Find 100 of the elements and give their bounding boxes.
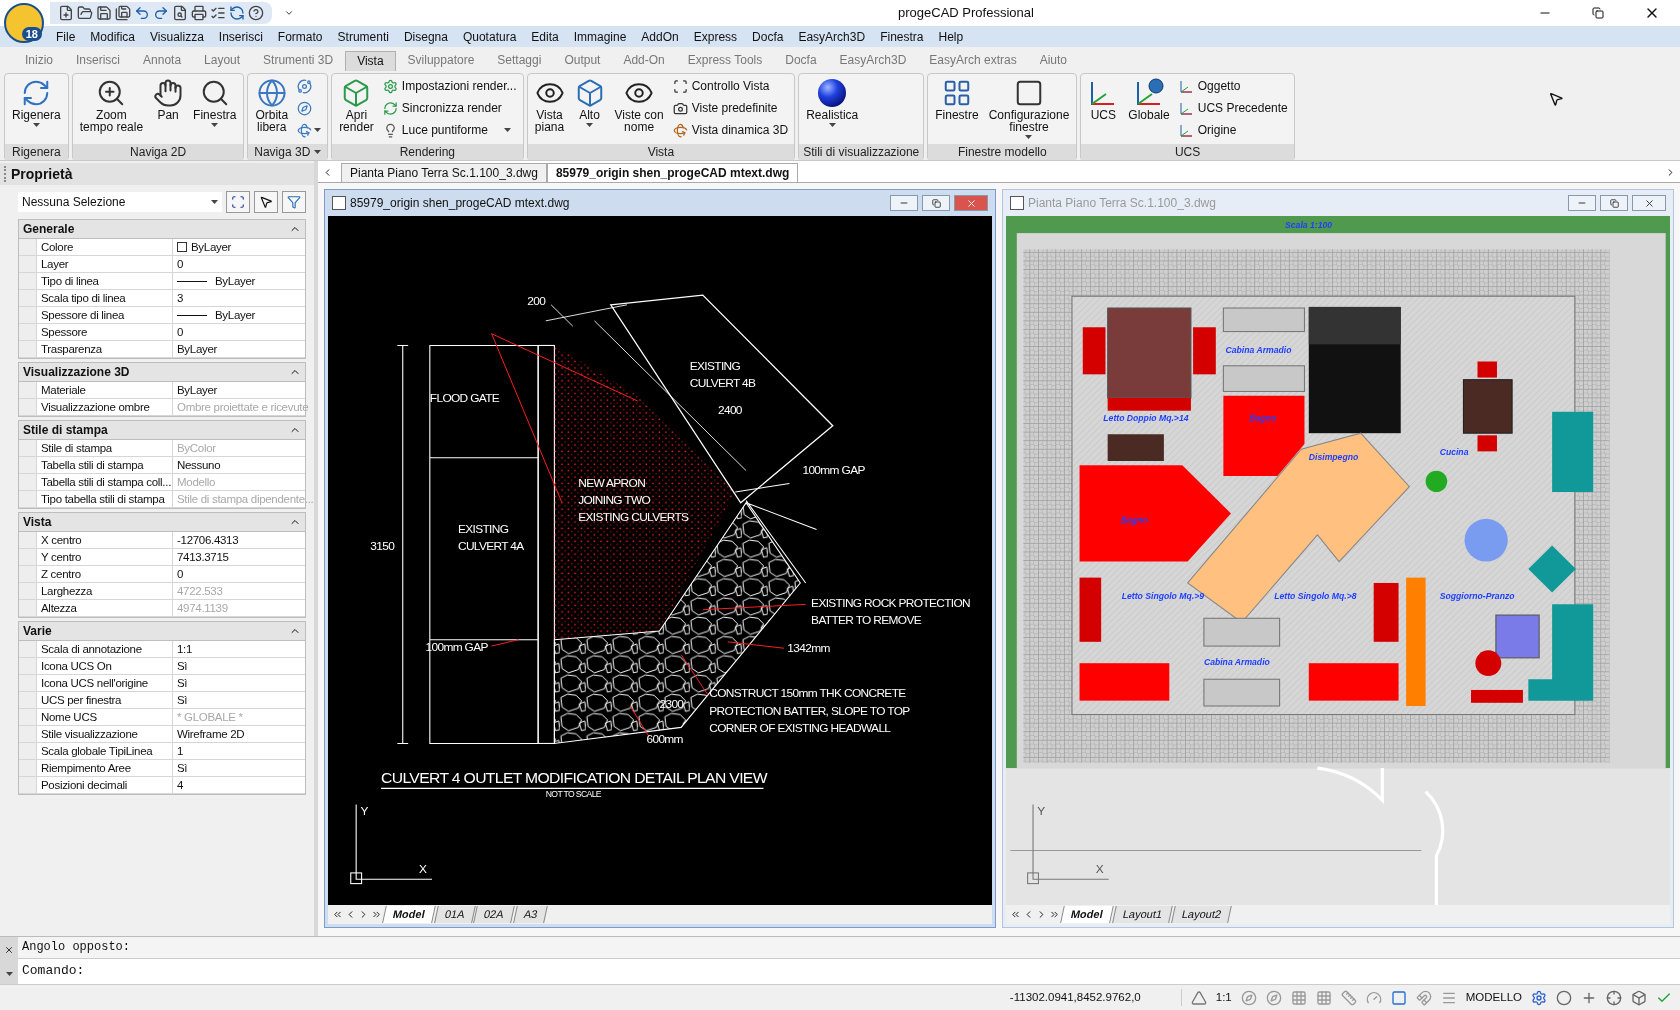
menu-item[interactable]: Formato [277, 27, 323, 46]
ribbon-tab[interactable]: Output [553, 51, 612, 71]
ribbon-small-button[interactable]: Oggetto [1176, 76, 1290, 96]
ribbon-tab[interactable]: Add-On [612, 51, 676, 71]
restore-icon[interactable] [1592, 7, 1604, 19]
sheet-tab[interactable]: Model [382, 906, 436, 923]
property-value[interactable]: 4 [173, 777, 305, 793]
file-search-icon[interactable] [172, 5, 188, 21]
triangle-icon[interactable] [1190, 989, 1207, 1006]
ribbon-small-button[interactable]: Sincronizza render [380, 98, 519, 118]
sheet-tab[interactable]: 02A [473, 906, 515, 923]
grid-icon[interactable] [1290, 989, 1307, 1006]
ribbon-large-button[interactable]: Globale [1125, 76, 1173, 121]
printer-icon[interactable] [191, 5, 207, 21]
menu-item[interactable]: Strumenti [337, 27, 389, 46]
ribbon-large-button[interactable]: Vista piana [531, 76, 568, 133]
property-value[interactable]: ByLayer [173, 307, 305, 323]
property-value[interactable]: ByLayer [173, 239, 305, 255]
ribbon-large-button[interactable]: Alto [571, 76, 608, 127]
property-value[interactable]: Sì [173, 692, 305, 708]
sheet-tab[interactable]: Layout1 [1112, 906, 1173, 923]
menu-item[interactable]: File [56, 27, 76, 46]
minimize-button[interactable] [890, 195, 918, 211]
first-tab-icon[interactable] [332, 909, 343, 920]
model-space-toggle[interactable]: MODELLO [1465, 988, 1522, 1007]
document-tab[interactable]: Pianta Piano Terra Sc.1.100_3.dwg [341, 163, 547, 182]
property-value[interactable]: Sì [173, 658, 305, 674]
property-value[interactable]: Wireframe 2D [173, 726, 305, 742]
menu-item[interactable]: Visualizza [150, 27, 204, 46]
last-tab-icon[interactable] [371, 909, 382, 920]
menu-item[interactable]: Disegna [403, 27, 448, 46]
circle-icon[interactable] [1556, 989, 1572, 1006]
compass-icon[interactable] [1240, 989, 1257, 1006]
property-value[interactable]: 1:1 [173, 641, 305, 657]
ribbon-tab[interactable]: Docfa [774, 51, 828, 71]
ribbon-small-button[interactable]: Vista dinamica 3D [670, 120, 791, 140]
drawing-canvas[interactable]: Scala 1:100 Cabina Armadio Letto Doppio Mq.>14 Bagno Disimpegno Cucina Bagno Letto Singolo Mq.>9 Letto Singolo Mq.>8 Soggiorno-Pranzo Cabina Armadio Y X [1006, 216, 1670, 905]
quick-select-button[interactable] [254, 191, 278, 213]
ribbon-large-button[interactable]: Configurazione finestre [985, 76, 1073, 139]
ribbon-large-button[interactable]: Viste con nome [611, 76, 667, 133]
ribbon-tab[interactable]: Express Tools [676, 51, 774, 71]
selection-dropdown[interactable]: Nessuna Selezione [18, 192, 222, 212]
property-value[interactable]: ByLayer [173, 382, 305, 398]
ribbon-small-button[interactable]: Luce puntiforme [380, 120, 519, 140]
compass-icon[interactable] [1265, 989, 1282, 1006]
open-folder-icon[interactable] [77, 5, 93, 21]
select-objects-button[interactable] [226, 191, 250, 213]
ribbon-tab[interactable]: EasyArch extras [918, 51, 1028, 71]
property-value[interactable]: Nessuno [173, 457, 305, 473]
ribbon-small-button[interactable]: Impostazioni render... [380, 76, 519, 96]
sheet-tab[interactable]: 01A [434, 906, 476, 923]
restore-button[interactable] [1600, 195, 1628, 211]
ribbon-tab[interactable]: EasyArch3D [828, 51, 918, 71]
section-header[interactable]: Vista [19, 513, 305, 532]
ribbon-large-button[interactable]: Orbita libera [252, 76, 292, 133]
property-value[interactable]: 0 [173, 566, 305, 582]
menu-item[interactable]: Docfa [752, 27, 784, 46]
sheet-tab[interactable]: A3 [513, 906, 549, 923]
list-icon[interactable] [210, 5, 226, 21]
save-as-icon[interactable] [115, 5, 131, 21]
property-value[interactable]: 0 [173, 256, 305, 272]
property-value[interactable]: 7413.3715 [173, 549, 305, 565]
menu-item[interactable]: Help [938, 27, 964, 46]
crosshair-icon[interactable] [1606, 989, 1622, 1006]
property-value[interactable]: 0 [173, 324, 305, 340]
gauge-icon[interactable] [1365, 989, 1382, 1006]
help-icon[interactable] [248, 5, 264, 21]
ribbon-tab[interactable]: Inizio [14, 51, 64, 71]
menu-item[interactable]: Express [693, 27, 738, 46]
undo-icon[interactable] [134, 5, 150, 21]
menu-item[interactable]: Immagine [573, 27, 627, 46]
cube-icon[interactable] [1631, 989, 1647, 1006]
menu-item[interactable]: Edita [531, 27, 559, 46]
sheet-tab[interactable]: Model [1060, 906, 1114, 923]
first-tab-icon[interactable] [1010, 909, 1021, 920]
minimize-button[interactable] [1568, 195, 1596, 211]
window-title-bar[interactable]: 85979_origin shen_progeCAD mtext.dwg [328, 190, 992, 216]
new-file-icon[interactable] [58, 5, 74, 21]
restore-button[interactable] [922, 195, 950, 211]
ribbon-large-button[interactable]: Finestre [932, 76, 982, 121]
menu-item[interactable]: Inserisci [218, 27, 263, 46]
property-value[interactable]: ByLayer [173, 273, 305, 289]
document-tab[interactable]: 85979_origin shen_progeCAD mtext.dwg [546, 163, 799, 182]
ribbon-small-button[interactable]: Viste predefinite [670, 98, 791, 118]
ribbon-tab[interactable]: Vista [345, 51, 396, 71]
ribbon-tab[interactable]: Sviluppatore [396, 51, 486, 71]
ribbon-tab[interactable]: Annota [132, 51, 193, 71]
customize-icon[interactable] [284, 8, 294, 18]
sheet-tab[interactable]: Layout2 [1171, 906, 1232, 923]
ribbon-large-button[interactable]: Finestra [190, 76, 240, 127]
ribbon-tab[interactable]: Strumenti 3D [252, 51, 345, 71]
close-button[interactable] [1632, 195, 1666, 211]
ribbon-tab[interactable]: Aiuto [1028, 51, 1079, 71]
ribbon-large-button[interactable]: Apri render [336, 76, 377, 133]
ribbon-tab[interactable]: Inserisci [65, 51, 132, 71]
ribbon-small-button[interactable]: UCS Precedente [1176, 98, 1290, 118]
sync-icon[interactable] [229, 5, 245, 21]
property-value[interactable]: ByLayer [173, 341, 305, 357]
settings-icon[interactable] [1531, 989, 1547, 1006]
annotation-scale[interactable]: 1:1 [1215, 988, 1232, 1007]
